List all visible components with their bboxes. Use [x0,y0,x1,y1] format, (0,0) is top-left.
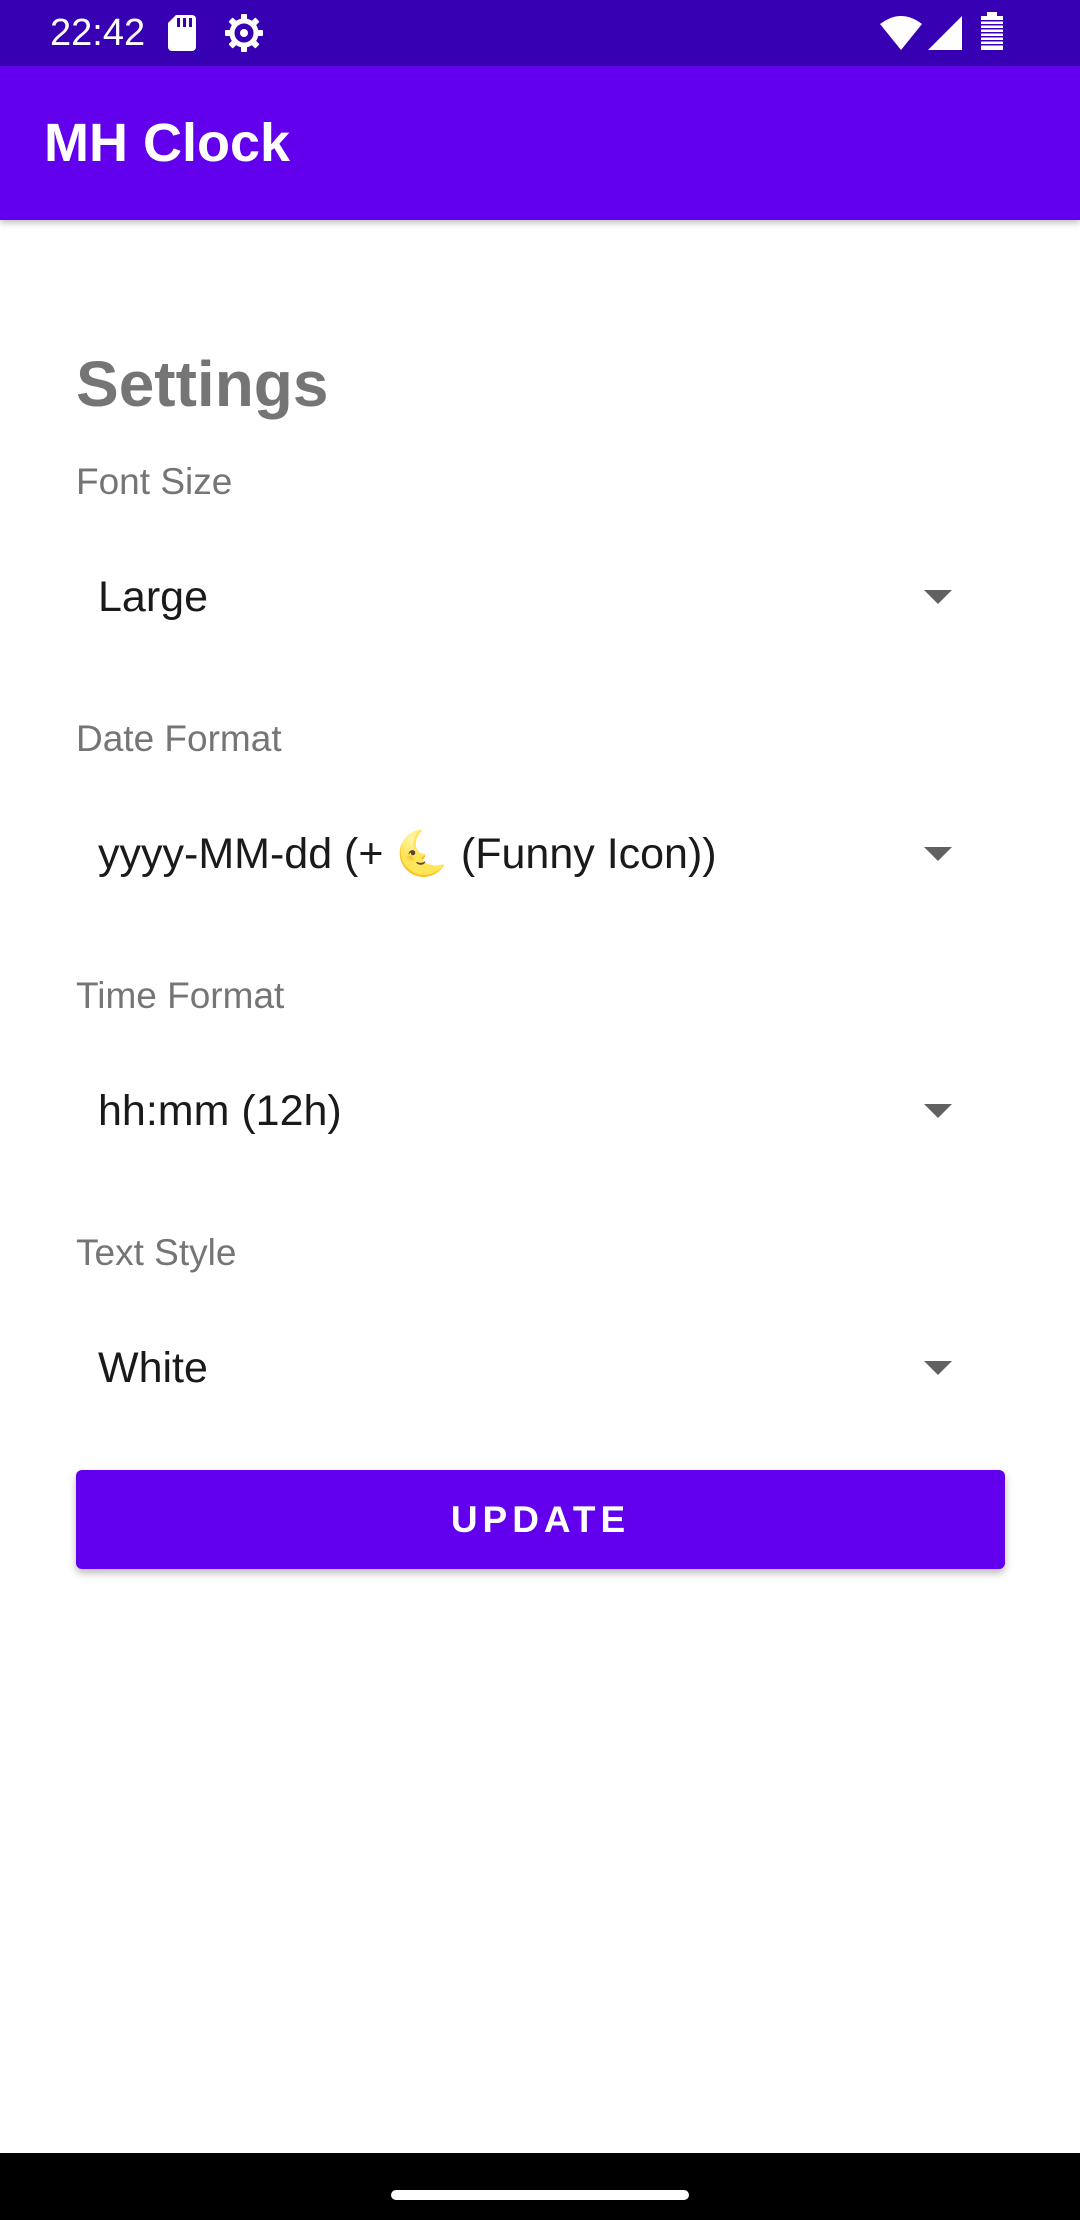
font-size-dropdown[interactable]: Large [76,537,976,657]
text-style-dropdown[interactable]: White [76,1308,976,1428]
font-size-label: Font Size [76,461,233,502]
date-format-value: yyyy-MM-dd (+ 🌜 (Funny Icon)) [98,830,717,878]
navigation-bar [0,2153,1080,2220]
settings-gear-icon [224,13,264,58]
status-bar: 22:42 [0,0,1080,66]
battery-icon [980,12,1004,55]
home-indicator[interactable] [391,2190,689,2200]
sd-card-icon [168,15,196,56]
date-format-label: Date Format [76,718,282,759]
font-size-value: Large [98,573,208,621]
update-button[interactable]: UPDATE [76,1470,1005,1569]
dropdown-arrow-icon [924,1104,952,1118]
time-format-dropdown[interactable]: hh:mm (12h) [76,1051,976,1171]
text-style-value: White [98,1344,208,1392]
settings-heading: Settings [76,348,329,420]
app-bar: MH Clock [0,66,1080,220]
wifi-icon [880,16,922,55]
date-format-dropdown[interactable]: yyyy-MM-dd (+ 🌜 (Funny Icon)) [76,794,976,914]
app-title: MH Clock [44,113,291,173]
dropdown-arrow-icon [924,847,952,861]
cell-signal-icon [928,16,962,55]
status-time: 22:42 [50,12,146,54]
dropdown-arrow-icon [924,1361,952,1375]
time-format-label: Time Format [76,975,285,1016]
time-format-value: hh:mm (12h) [98,1087,342,1135]
text-style-label: Text Style [76,1232,237,1273]
dropdown-arrow-icon [924,590,952,604]
